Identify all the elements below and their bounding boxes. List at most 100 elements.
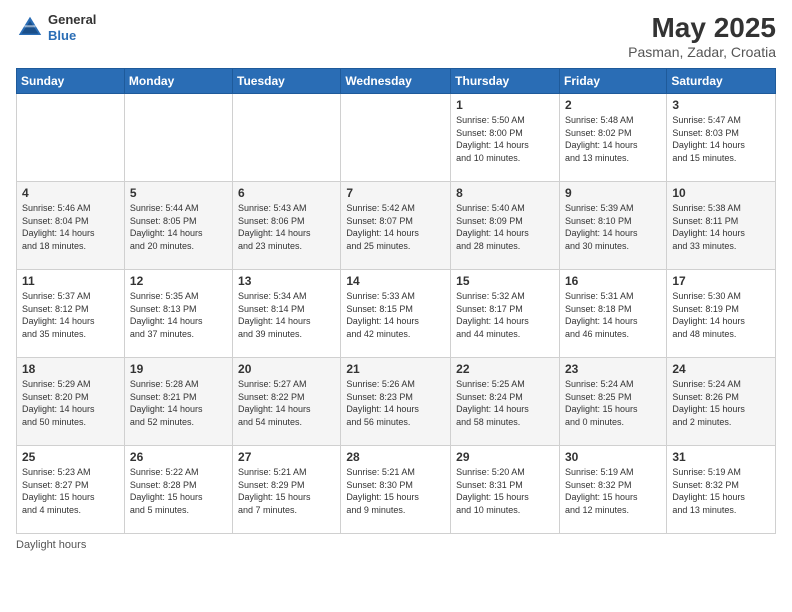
calendar-cell: 26 Sunrise: 5:22 AM Sunset: 8:28 PM Dayli… [124, 446, 232, 534]
calendar-header-sunday: Sunday [17, 69, 125, 94]
day-detail: Sunrise: 5:24 AM Sunset: 8:25 PM Dayligh… [565, 378, 661, 428]
calendar-cell: 12Sunrise: 5:35 AM Sunset: 8:13 PM Dayli… [124, 270, 232, 358]
calendar-cell [17, 94, 125, 182]
calendar-header-saturday: Saturday [667, 69, 776, 94]
day-detail: Sunrise: 5:28 AM Sunset: 8:21 PM Dayligh… [130, 378, 227, 428]
day-detail: Sunrise: 5:48 AM Sunset: 8:02 PM Dayligh… [565, 114, 661, 164]
day-number: 6 [238, 186, 335, 200]
calendar-cell: 21 Sunrise: 5:26 AM Sunset: 8:23 PM Dayli… [341, 358, 451, 446]
day-number: 15 [456, 274, 554, 288]
day-number: 10 [672, 186, 770, 200]
day-detail: Sunrise: 5:44 AM Sunset: 8:05 PM Dayligh… [130, 202, 227, 252]
day-number: 18 [22, 362, 119, 376]
day-detail: Sunrise: 5:39 AM Sunset: 8:10 PM Dayligh… [565, 202, 661, 252]
day-detail: Sunrise: 5:20 AM Sunset: 8:31 PM Dayligh… [456, 466, 554, 516]
day-number: 7 [346, 186, 445, 200]
calendar-cell: 16 Sunrise: 5:31 AM Sunset: 8:18 PM Dayli… [559, 270, 666, 358]
calendar-cell [124, 94, 232, 182]
calendar-header-row: SundayMondayTuesdayWednesdayThursdayFrid… [17, 69, 776, 94]
day-number: 3 [672, 98, 770, 112]
day-detail: Sunrise: 5:27 AM Sunset: 8:22 PM Dayligh… [238, 378, 335, 428]
day-detail: Sunrise: 5:40 AM Sunset: 8:09 PM Dayligh… [456, 202, 554, 252]
day-detail: Sunrise: 5:24 AM Sunset: 8:26 PM Dayligh… [672, 378, 770, 428]
calendar-cell: 4 Sunrise: 5:46 AM Sunset: 8:04 PM Daylig… [17, 182, 125, 270]
day-number: 27 [238, 450, 335, 464]
calendar-cell: 7 Sunrise: 5:42 AM Sunset: 8:07 PM Daylig… [341, 182, 451, 270]
page: General Blue May 2025 Pasman, Zadar, Cro… [0, 0, 792, 612]
day-detail: Sunrise: 5:43 AM Sunset: 8:06 PM Dayligh… [238, 202, 335, 252]
header: General Blue May 2025 Pasman, Zadar, Cro… [16, 12, 776, 60]
calendar-week-2: 4 Sunrise: 5:46 AM Sunset: 8:04 PM Daylig… [17, 182, 776, 270]
day-number: 29 [456, 450, 554, 464]
day-number: 22 [456, 362, 554, 376]
day-number: 24 [672, 362, 770, 376]
calendar-week-3: 11Sunrise: 5:37 AM Sunset: 8:12 PM Dayli… [17, 270, 776, 358]
location: Pasman, Zadar, Croatia [628, 44, 776, 60]
calendar-cell: 8 Sunrise: 5:40 AM Sunset: 8:09 PM Daylig… [451, 182, 560, 270]
calendar-cell: 3Sunrise: 5:47 AM Sunset: 8:03 PM Daylig… [667, 94, 776, 182]
day-number: 9 [565, 186, 661, 200]
calendar-cell: 13 Sunrise: 5:34 AM Sunset: 8:14 PM Dayli… [233, 270, 341, 358]
calendar-table: SundayMondayTuesdayWednesdayThursdayFrid… [16, 68, 776, 534]
day-detail: Sunrise: 5:31 AM Sunset: 8:18 PM Dayligh… [565, 290, 661, 340]
day-detail: Sunrise: 5:29 AM Sunset: 8:20 PM Dayligh… [22, 378, 119, 428]
calendar-cell [341, 94, 451, 182]
day-detail: Sunrise: 5:35 AM Sunset: 8:13 PM Dayligh… [130, 290, 227, 340]
day-detail: Sunrise: 5:19 AM Sunset: 8:32 PM Dayligh… [672, 466, 770, 516]
day-detail: Sunrise: 5:42 AM Sunset: 8:07 PM Dayligh… [346, 202, 445, 252]
daylight-hours-label: Daylight hours [16, 539, 86, 551]
calendar-cell: 10 Sunrise: 5:38 AM Sunset: 8:11 PM Dayli… [667, 182, 776, 270]
day-detail: Sunrise: 5:38 AM Sunset: 8:11 PM Dayligh… [672, 202, 770, 252]
calendar-header-wednesday: Wednesday [341, 69, 451, 94]
calendar-cell: 14 Sunrise: 5:33 AM Sunset: 8:15 PM Dayli… [341, 270, 451, 358]
calendar-cell: 19 Sunrise: 5:28 AM Sunset: 8:21 PM Dayli… [124, 358, 232, 446]
day-number: 31 [672, 450, 770, 464]
logo-general-text: General [48, 12, 96, 28]
calendar-cell: 17Sunrise: 5:30 AM Sunset: 8:19 PM Dayli… [667, 270, 776, 358]
calendar-cell: 31 Sunrise: 5:19 AM Sunset: 8:32 PM Dayli… [667, 446, 776, 534]
calendar-cell: 6 Sunrise: 5:43 AM Sunset: 8:06 PM Daylig… [233, 182, 341, 270]
day-detail: Sunrise: 5:37 AM Sunset: 8:12 PM Dayligh… [22, 290, 119, 340]
calendar-header-monday: Monday [124, 69, 232, 94]
calendar-cell: 25 Sunrise: 5:23 AM Sunset: 8:27 PM Dayli… [17, 446, 125, 534]
day-number: 17 [672, 274, 770, 288]
calendar-cell: 11Sunrise: 5:37 AM Sunset: 8:12 PM Dayli… [17, 270, 125, 358]
day-detail: Sunrise: 5:26 AM Sunset: 8:23 PM Dayligh… [346, 378, 445, 428]
day-detail: Sunrise: 5:34 AM Sunset: 8:14 PM Dayligh… [238, 290, 335, 340]
footer: Daylight hours [16, 539, 776, 551]
day-number: 13 [238, 274, 335, 288]
day-number: 2 [565, 98, 661, 112]
calendar-header-friday: Friday [559, 69, 666, 94]
day-number: 20 [238, 362, 335, 376]
day-number: 8 [456, 186, 554, 200]
day-number: 23 [565, 362, 661, 376]
calendar-cell: 24 Sunrise: 5:24 AM Sunset: 8:26 PM Dayli… [667, 358, 776, 446]
day-detail: Sunrise: 5:50 AM Sunset: 8:00 PM Dayligh… [456, 114, 554, 164]
day-number: 28 [346, 450, 445, 464]
day-detail: Sunrise: 5:23 AM Sunset: 8:27 PM Dayligh… [22, 466, 119, 516]
day-number: 16 [565, 274, 661, 288]
day-number: 26 [130, 450, 227, 464]
day-number: 21 [346, 362, 445, 376]
day-number: 4 [22, 186, 119, 200]
calendar-cell: 18 Sunrise: 5:29 AM Sunset: 8:20 PM Dayli… [17, 358, 125, 446]
title-block: May 2025 Pasman, Zadar, Croatia [628, 12, 776, 60]
day-number: 14 [346, 274, 445, 288]
calendar-cell: 30Sunrise: 5:19 AM Sunset: 8:32 PM Dayli… [559, 446, 666, 534]
day-number: 1 [456, 98, 554, 112]
logo-blue-text: Blue [48, 28, 96, 44]
day-number: 19 [130, 362, 227, 376]
day-detail: Sunrise: 5:33 AM Sunset: 8:15 PM Dayligh… [346, 290, 445, 340]
day-detail: Sunrise: 5:22 AM Sunset: 8:28 PM Dayligh… [130, 466, 227, 516]
calendar-header-thursday: Thursday [451, 69, 560, 94]
calendar-week-5: 25 Sunrise: 5:23 AM Sunset: 8:27 PM Dayli… [17, 446, 776, 534]
day-number: 25 [22, 450, 119, 464]
logo-icon [16, 14, 44, 42]
logo-text: General Blue [48, 12, 96, 43]
calendar-cell: 23 Sunrise: 5:24 AM Sunset: 8:25 PM Dayli… [559, 358, 666, 446]
day-detail: Sunrise: 5:46 AM Sunset: 8:04 PM Dayligh… [22, 202, 119, 252]
calendar-header-tuesday: Tuesday [233, 69, 341, 94]
calendar-cell: 2 Sunrise: 5:48 AM Sunset: 8:02 PM Daylig… [559, 94, 666, 182]
day-detail: Sunrise: 5:32 AM Sunset: 8:17 PM Dayligh… [456, 290, 554, 340]
day-number: 30 [565, 450, 661, 464]
